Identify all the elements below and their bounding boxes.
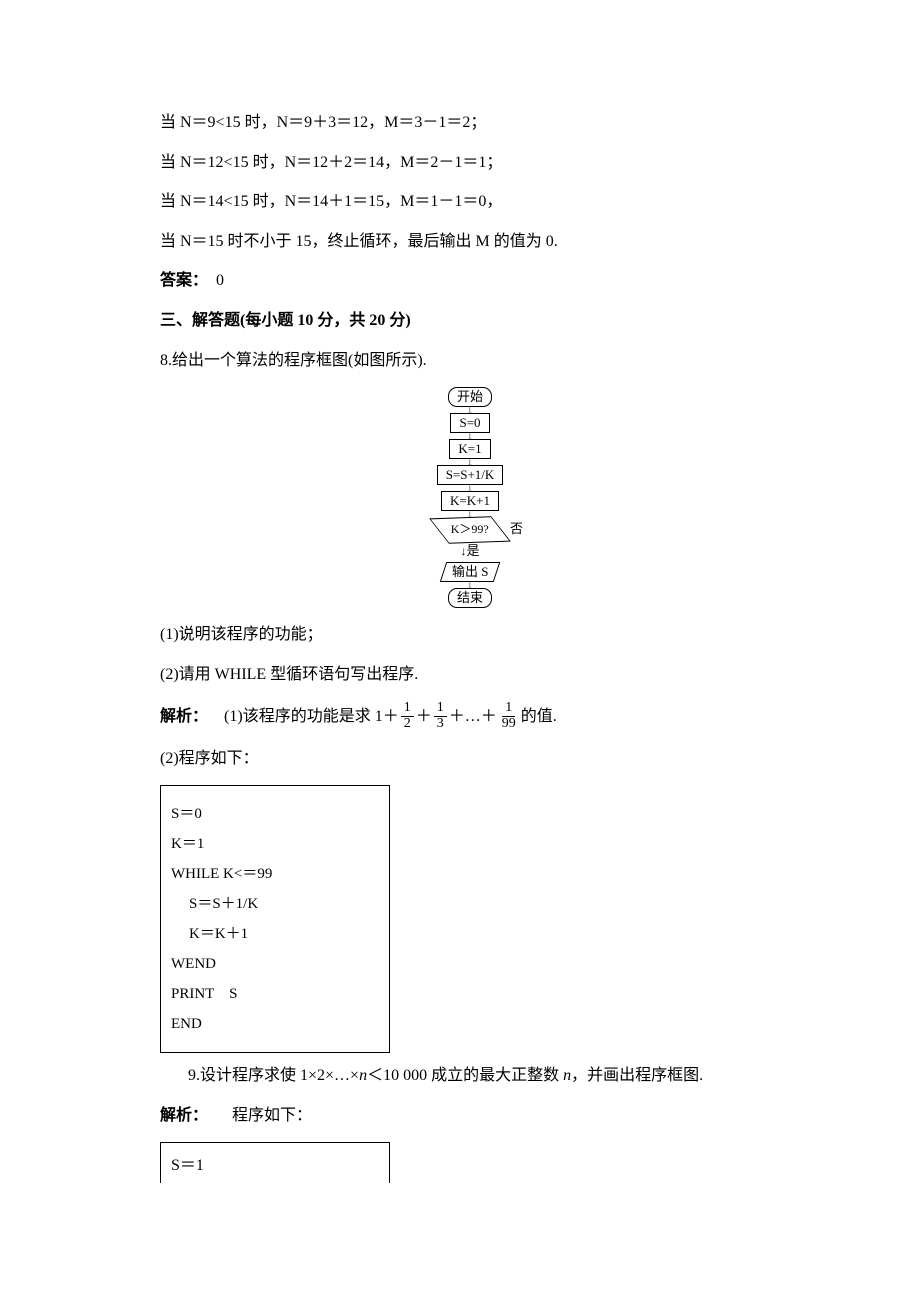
code-line: S＝1 xyxy=(171,1153,379,1179)
q8-solution-2-head: (2)程序如下： xyxy=(160,746,780,772)
flow-no-label: 否 xyxy=(510,519,523,540)
step-line-4: 当 N＝15 时不小于 15，终止循环，最后输出 M 的值为 0. xyxy=(160,229,780,255)
flow-decision-wrap: K＞99? 否 xyxy=(439,517,501,543)
dots: … xyxy=(465,704,481,730)
flow-end: 结束 xyxy=(448,588,492,608)
code-line: S＝S＋1/K xyxy=(171,892,379,916)
code-box-1: S＝0 K＝1 WHILE K<＝99 S＝S＋1/K K＝K＋1 WEND P… xyxy=(160,785,390,1053)
q8-sub1: (1)说明该程序的功能； xyxy=(160,622,780,648)
answer-value: 0 xyxy=(200,272,224,289)
q9-stem: 9.设计程序求使 1×2×…×n＜10 000 成立的最大正整数 n，并画出程序… xyxy=(160,1063,780,1089)
code-line: S＝0 xyxy=(171,802,379,826)
q8-sub2: (2)请用 WHILE 型循环语句写出程序. xyxy=(160,662,780,688)
code-line: PRINT S xyxy=(171,982,379,1006)
section-3-heading: 三、解答题(每小题 10 分，共 20 分) xyxy=(160,308,780,334)
flowchart-figure: 开始 ↓ S=0 ↓ K=1 ↓ S=S+1/K ↓ K=K+1 ↓ K＞99?… xyxy=(160,387,780,608)
code-box-2: S＝1 xyxy=(160,1142,390,1183)
q8-stem: 8.给出一个算法的程序框图(如图所示). xyxy=(160,348,780,374)
q8-sol1-post: 的值. xyxy=(521,704,557,730)
flow-decision-text: K＞99? xyxy=(451,521,489,540)
fraction-1-99: 1 99 xyxy=(499,701,519,731)
code-line: WEND xyxy=(171,952,379,976)
plus-sign: ＋ xyxy=(416,704,432,730)
q9-solution-head: 解析： 程序如下： xyxy=(160,1103,780,1129)
flow-decision: K＞99? xyxy=(429,516,511,543)
answer-line: 答案： 0 xyxy=(160,268,780,294)
fraction-1-2: 1 2 xyxy=(401,701,414,731)
plus-sign: ＋ xyxy=(481,704,497,730)
code-line: K＝1 xyxy=(171,832,379,856)
code-line: END xyxy=(171,1012,379,1036)
flow-update-s: S=S+1/K xyxy=(437,465,504,485)
step-line-3: 当 N＝14<15 时，N＝14＋1＝15，M＝1－1＝0， xyxy=(160,189,780,215)
step-line-2: 当 N＝12<15 时，N＝12＋2＝14，M＝2－1＝1； xyxy=(160,150,780,176)
q8-sol1-pre: (1)该程序的功能是求 1＋ xyxy=(224,704,399,730)
answer-label: 答案： xyxy=(160,272,200,289)
solve-label: 解析： xyxy=(160,1107,208,1124)
step-line-1: 当 N＝9<15 时，N＝9＋3＝12，M＝3－1＝2； xyxy=(160,110,780,136)
solve-label: 解析： xyxy=(160,704,208,730)
fraction-1-3: 1 3 xyxy=(434,701,447,731)
flow-yes-label: ↓是 xyxy=(460,541,479,562)
flow-output: 输出 S xyxy=(440,562,501,582)
plus-sign: ＋ xyxy=(449,704,465,730)
code-line: WHILE K<＝99 xyxy=(171,862,379,886)
code-line: K＝K＋1 xyxy=(171,922,379,946)
q8-solution-1: 解析： (1)该程序的功能是求 1＋ 1 2 ＋ 1 3 ＋ … ＋ 1 99 … xyxy=(160,701,780,731)
